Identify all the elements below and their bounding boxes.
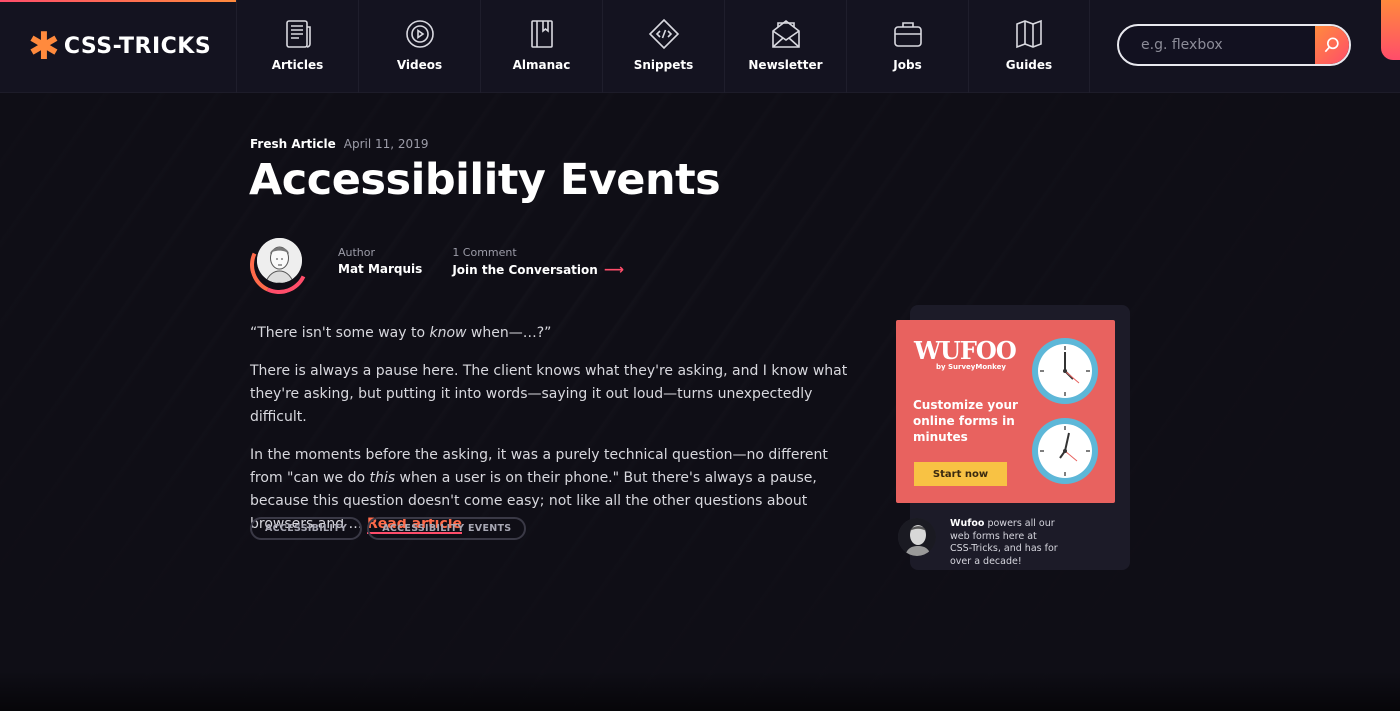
asterisk-logo-icon: ✱	[28, 24, 60, 68]
tag-list: ACCESSIBILITY ACCESSIBILITY EVENTS	[250, 517, 527, 540]
map-icon	[1016, 19, 1042, 49]
emphasis: know	[429, 325, 467, 341]
play-circle-icon	[405, 20, 434, 48]
header-accent-bar	[0, 0, 236, 2]
ad-footer-text: Wufoo powers all our web forms here at C…	[950, 518, 1060, 568]
envelope-icon	[771, 19, 800, 48]
side-tab[interactable]	[1381, 0, 1400, 60]
avatar	[257, 238, 302, 283]
text-span: “There isn't some way to	[250, 325, 430, 341]
main-nav: Articles Videos Almanac Snippets Newslet…	[236, 0, 1090, 93]
ad-cta-button[interactable]: Start now	[914, 462, 1007, 486]
clock-icon	[1032, 418, 1098, 484]
site-logo[interactable]: ✱ CSS-TRICKS	[28, 24, 212, 68]
author-label: Author	[338, 246, 376, 259]
comment-block: 1 Comment Join the Conversation ⟶	[452, 246, 624, 278]
logo-text: CSS-TRICKS	[63, 33, 212, 59]
nav-item-newsletter[interactable]: Newsletter	[724, 0, 846, 93]
bottom-fade	[0, 671, 1400, 711]
site-header: ✱ CSS-TRICKS Articles Videos Almanac Sni…	[0, 0, 1400, 93]
ad-footer: Wufoo powers all our web forms here at C…	[898, 518, 1060, 568]
nav-item-jobs[interactable]: Jobs	[846, 0, 968, 93]
arrow-right-icon: ⟶	[603, 262, 624, 278]
nav-item-guides[interactable]: Guides	[968, 0, 1090, 93]
excerpt-paragraph: “There isn't some way to know when—…?”	[250, 322, 860, 345]
nav-label: Guides	[1005, 58, 1053, 72]
emphasis: this	[369, 470, 396, 486]
excerpt-paragraph: There is always a pause here. The client…	[250, 363, 848, 425]
search-form	[1117, 24, 1351, 66]
nav-item-articles[interactable]: Articles	[236, 0, 358, 93]
nav-item-videos[interactable]: Videos	[358, 0, 480, 93]
article-date: April 11, 2019	[343, 137, 429, 151]
newspaper-icon	[285, 20, 311, 48]
join-conversation-link[interactable]: Join the Conversation ⟶	[452, 262, 624, 278]
nav-item-almanac[interactable]: Almanac	[480, 0, 602, 93]
author-block: Author Mat Marquis	[338, 246, 422, 276]
article-tagline: Fresh Article	[250, 137, 336, 151]
nav-item-snippets[interactable]: Snippets	[602, 0, 724, 93]
nav-label: Articles	[271, 58, 324, 72]
nav-label: Almanac	[512, 58, 571, 72]
search-button[interactable]	[1315, 26, 1349, 64]
author-row: Author Mat Marquis 1 Comment Join the Co…	[241, 227, 624, 303]
person-portrait-icon	[898, 518, 936, 556]
tag-accessibility-events[interactable]: ACCESSIBILITY EVENTS	[367, 517, 527, 540]
search-input[interactable]	[1119, 26, 1315, 64]
sponsor-avatar	[898, 518, 936, 556]
author-avatar[interactable]	[241, 227, 317, 303]
nav-label: Newsletter	[748, 58, 823, 72]
wufoo-sub: by SurveyMonkey	[936, 363, 1006, 371]
join-conversation-label: Join the Conversation	[452, 263, 598, 277]
article-meta: Fresh Article April 11, 2019	[250, 137, 428, 151]
tag-accessibility[interactable]: ACCESSIBILITY	[250, 517, 363, 540]
wufoo-logo: WUFOO	[914, 336, 1017, 365]
author-name[interactable]: Mat Marquis	[338, 262, 422, 276]
sponsor-name[interactable]: Wufoo	[950, 518, 984, 529]
search-icon	[1324, 37, 1339, 53]
wufoo-ad-banner[interactable]: WUFOO by SurveyMonkey Customize your onl…	[896, 320, 1115, 503]
article-title[interactable]: Accessibility Events	[249, 155, 721, 205]
nav-label: Jobs	[893, 58, 922, 72]
briefcase-icon	[893, 22, 922, 47]
book-icon	[530, 20, 553, 48]
ad-headline: Customize your online forms in minutes	[913, 398, 1018, 444]
code-diamond-icon	[648, 18, 679, 50]
nav-label: Snippets	[633, 58, 694, 72]
clock-icon	[1032, 338, 1098, 404]
nav-label: Videos	[396, 58, 443, 72]
comment-count: 1 Comment	[452, 246, 517, 259]
author-portrait-icon	[257, 238, 302, 283]
text-span: when—…?”	[466, 325, 552, 341]
